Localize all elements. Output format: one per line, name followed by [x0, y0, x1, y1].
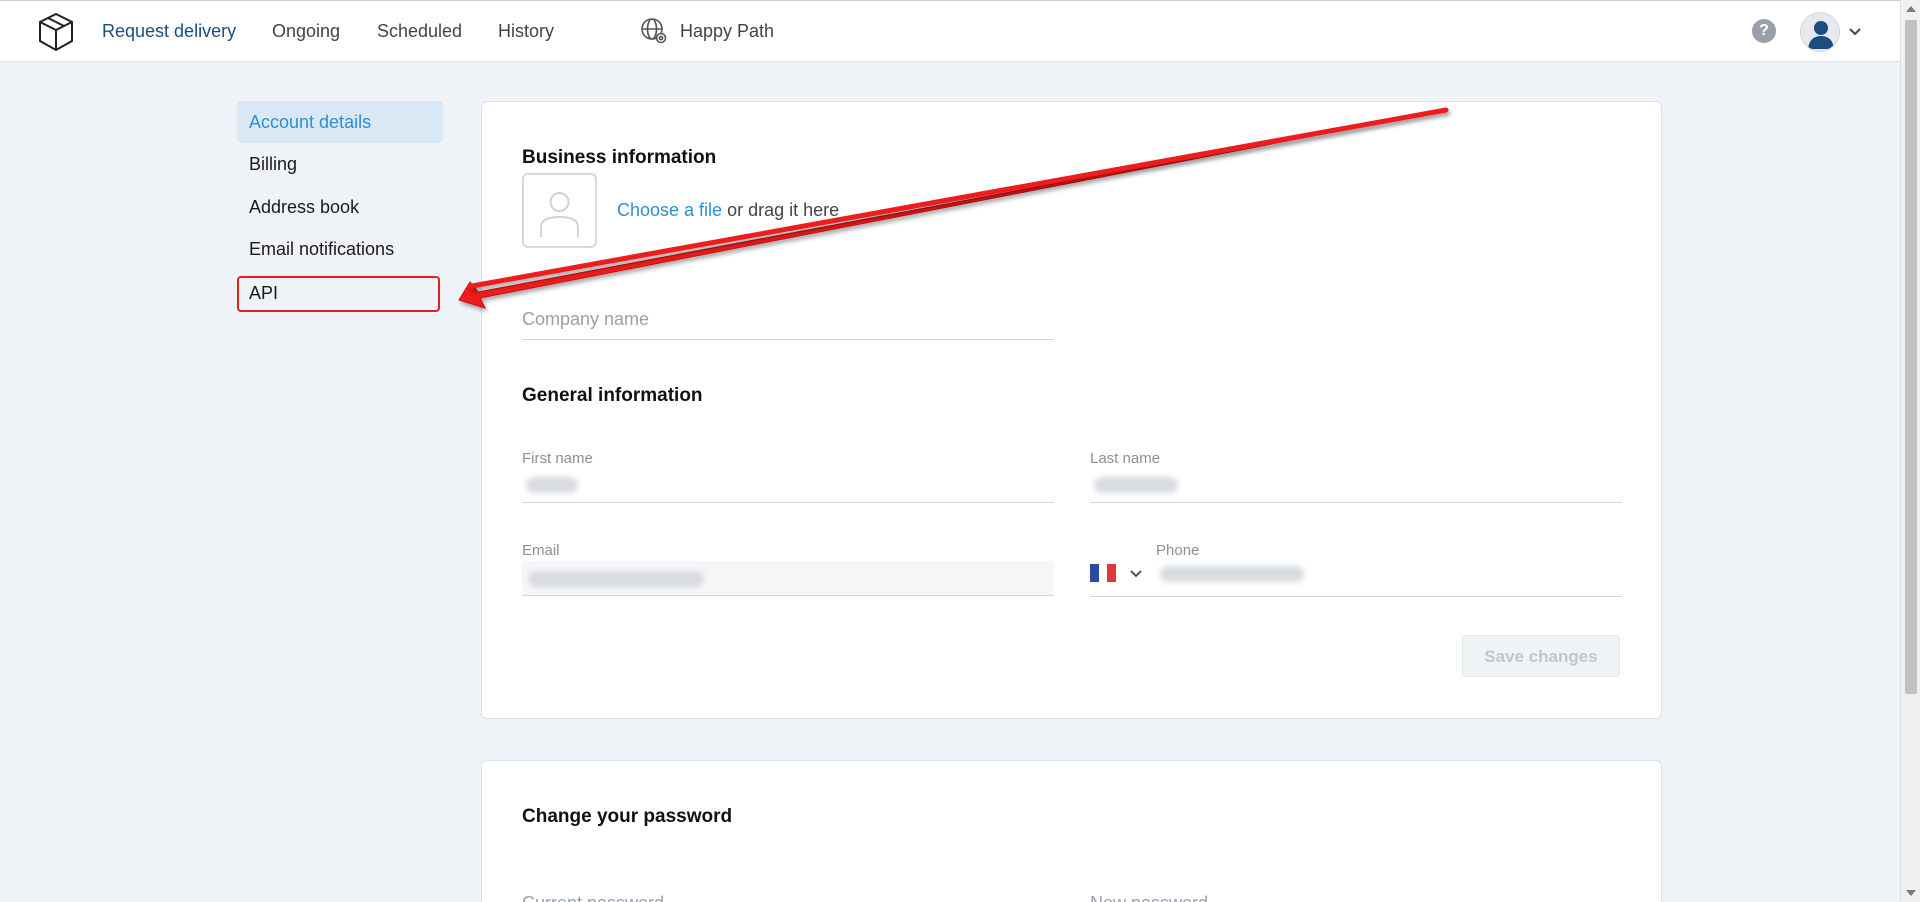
page-scrollbar[interactable]	[1900, 0, 1920, 902]
sidebar-item-account-details[interactable]: Account details	[237, 101, 443, 143]
business-information-title: Business information	[522, 147, 717, 168]
last-name-value-redacted	[1094, 477, 1178, 493]
help-icon[interactable]: ?	[1752, 19, 1776, 43]
user-avatar[interactable]	[1800, 12, 1840, 52]
scroll-up-icon[interactable]	[1906, 6, 1916, 12]
save-changes-button[interactable]: Save changes	[1462, 635, 1620, 677]
email-field[interactable]	[522, 561, 1054, 596]
first-name-field[interactable]: First name	[522, 447, 1054, 503]
globe-settings-icon	[641, 18, 667, 44]
upload-instructions: Choose a file or drag it here	[617, 200, 839, 221]
workspace-label: Happy Path	[680, 20, 775, 41]
country-chevron-down-icon[interactable]	[1130, 570, 1142, 578]
general-information-title: General information	[522, 385, 703, 406]
first-name-label: First name	[522, 450, 593, 467]
sidebar-item-address-book[interactable]: Address book	[237, 186, 443, 228]
phone-field: Phone	[1090, 542, 1622, 597]
change-password-title: Change your password	[522, 806, 733, 827]
current-password-label[interactable]: Current password	[522, 893, 664, 902]
scroll-thumb[interactable]	[1905, 20, 1917, 694]
company-name-placeholder: Company name	[522, 309, 650, 329]
box-logo-icon[interactable]	[36, 11, 76, 53]
sidebar-item-api[interactable]: API	[237, 276, 440, 312]
sidebar-item-billing[interactable]: Billing	[237, 143, 443, 185]
nav-history[interactable]: History	[498, 21, 554, 42]
nav-request-delivery[interactable]: Request delivery	[102, 21, 236, 42]
france-flag-icon[interactable]	[1090, 564, 1117, 582]
change-password-card: Change your password Current password Ne…	[481, 760, 1662, 902]
workspace-selector[interactable]: Happy Path	[640, 17, 774, 45]
logo-upload-dropzone[interactable]	[522, 173, 597, 248]
last-name-field[interactable]: Last name	[1090, 447, 1622, 503]
phone-value-redacted[interactable]	[1160, 566, 1304, 582]
phone-label: Phone	[1156, 542, 1200, 559]
choose-file-link[interactable]: Choose a file	[617, 200, 722, 220]
last-name-label: Last name	[1090, 450, 1161, 467]
top-navigation-bar: Request delivery Ongoing Scheduled Histo…	[0, 0, 1900, 62]
sidebar-item-email-notifications[interactable]: Email notifications	[237, 228, 443, 270]
upload-suffix: or drag it here	[722, 200, 840, 220]
nav-ongoing[interactable]: Ongoing	[272, 21, 340, 42]
nav-scheduled[interactable]: Scheduled	[377, 21, 462, 42]
user-silhouette-icon	[1808, 21, 1834, 49]
first-name-value-redacted	[526, 477, 578, 493]
account-details-card: Business information Choose a file or dr…	[481, 101, 1662, 719]
email-value-redacted	[528, 571, 704, 587]
chevron-down-icon[interactable]	[1848, 27, 1862, 37]
email-label: Email	[522, 542, 560, 559]
user-placeholder-icon	[540, 192, 579, 237]
scroll-down-icon[interactable]	[1906, 890, 1916, 896]
company-name-field[interactable]: Company name	[522, 302, 1054, 340]
new-password-label[interactable]: New password	[1090, 893, 1208, 902]
